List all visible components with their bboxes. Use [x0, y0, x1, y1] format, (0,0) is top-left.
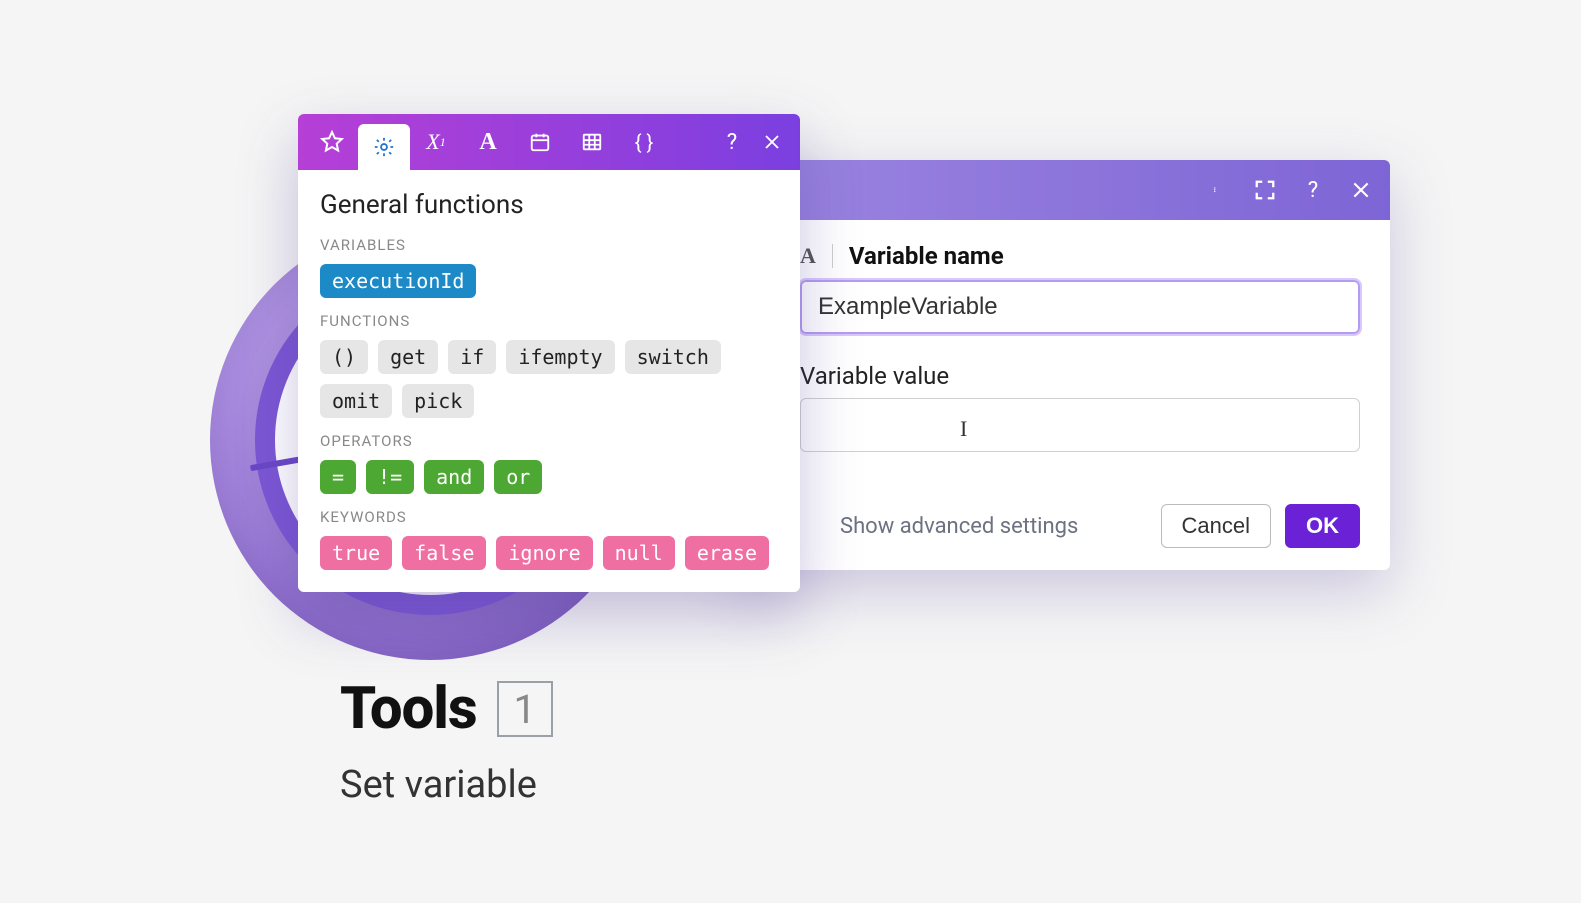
keyword-pill[interactable]: null — [603, 536, 675, 570]
gear-icon — [372, 135, 396, 159]
text-icon: A — [476, 130, 500, 154]
operator-pill[interactable]: or — [494, 460, 542, 494]
help-icon: ? — [720, 130, 744, 154]
node-count: 1 — [497, 681, 553, 737]
operator-pill[interactable]: = — [320, 460, 356, 494]
function-pill[interactable]: get — [378, 340, 438, 374]
tab-math[interactable]: X1 — [410, 114, 462, 170]
operators-row: = != and or — [320, 460, 778, 494]
config-modal-header[interactable]: ls ? — [740, 160, 1390, 220]
function-pill[interactable]: ifempty — [506, 340, 614, 374]
keyword-pill[interactable]: ignore — [496, 536, 592, 570]
variable-value-label: Variable value — [800, 362, 1360, 390]
star-icon — [320, 130, 344, 154]
keyword-pill[interactable]: true — [320, 536, 392, 570]
function-pill[interactable]: pick — [402, 384, 474, 418]
functions-panel-title: General functions — [320, 190, 778, 220]
section-variables-label: VARIABLES — [320, 236, 778, 254]
more-icon[interactable] — [1206, 179, 1228, 201]
section-keywords-label: KEYWORDS — [320, 508, 778, 526]
config-modal: ls ? A Variable name V — [740, 160, 1390, 570]
tab-general[interactable] — [358, 124, 410, 170]
ok-button[interactable]: OK — [1285, 504, 1360, 548]
advanced-settings-label[interactable]: Show advanced settings — [840, 514, 1147, 539]
variable-name-input[interactable] — [800, 280, 1360, 334]
functions-panel: X1 A { } ? General functions — [298, 114, 800, 592]
tab-custom[interactable]: { } — [618, 114, 670, 170]
braces-icon: { } — [632, 130, 656, 154]
divider — [832, 244, 833, 268]
function-pill[interactable]: if — [448, 340, 496, 374]
math-icon: X1 — [424, 130, 448, 154]
operator-pill[interactable]: != — [366, 460, 414, 494]
tab-date[interactable] — [514, 114, 566, 170]
function-pill[interactable]: omit — [320, 384, 392, 418]
functions-close-button[interactable] — [752, 114, 792, 170]
variables-row: executionId — [320, 264, 778, 298]
config-modal-title: ls — [758, 174, 1206, 207]
functions-tabs: X1 A { } ? — [298, 114, 800, 170]
function-pill[interactable]: () — [320, 340, 368, 374]
keywords-row: true false ignore null erase — [320, 536, 778, 570]
expand-icon[interactable] — [1254, 179, 1276, 201]
help-icon[interactable]: ? — [1302, 179, 1324, 201]
node-title: Tools — [340, 675, 477, 743]
close-icon[interactable] — [1350, 179, 1372, 201]
section-functions-label: FUNCTIONS — [320, 312, 778, 330]
node-label: Tools 1 Set variable — [340, 675, 553, 807]
table-icon — [580, 130, 604, 154]
tab-favorites[interactable] — [306, 114, 358, 170]
close-icon — [760, 130, 784, 154]
cancel-button[interactable]: Cancel — [1161, 504, 1271, 548]
text-type-icon: A — [800, 243, 816, 269]
calendar-icon — [528, 130, 552, 154]
variable-name-label: Variable name — [849, 242, 1004, 270]
variable-pill[interactable]: executionId — [320, 264, 476, 298]
section-operators-label: OPERATORS — [320, 432, 778, 450]
operator-pill[interactable]: and — [424, 460, 484, 494]
tab-text[interactable]: A — [462, 114, 514, 170]
node-subtitle: Set variable — [340, 763, 553, 807]
functions-row: () get if ifempty switch omit pick — [320, 340, 778, 418]
keyword-pill[interactable]: erase — [685, 536, 769, 570]
tab-array[interactable] — [566, 114, 618, 170]
variable-value-input[interactable] — [800, 398, 1360, 452]
function-pill[interactable]: switch — [625, 340, 721, 374]
functions-help-button[interactable]: ? — [712, 114, 752, 170]
keyword-pill[interactable]: false — [402, 536, 486, 570]
